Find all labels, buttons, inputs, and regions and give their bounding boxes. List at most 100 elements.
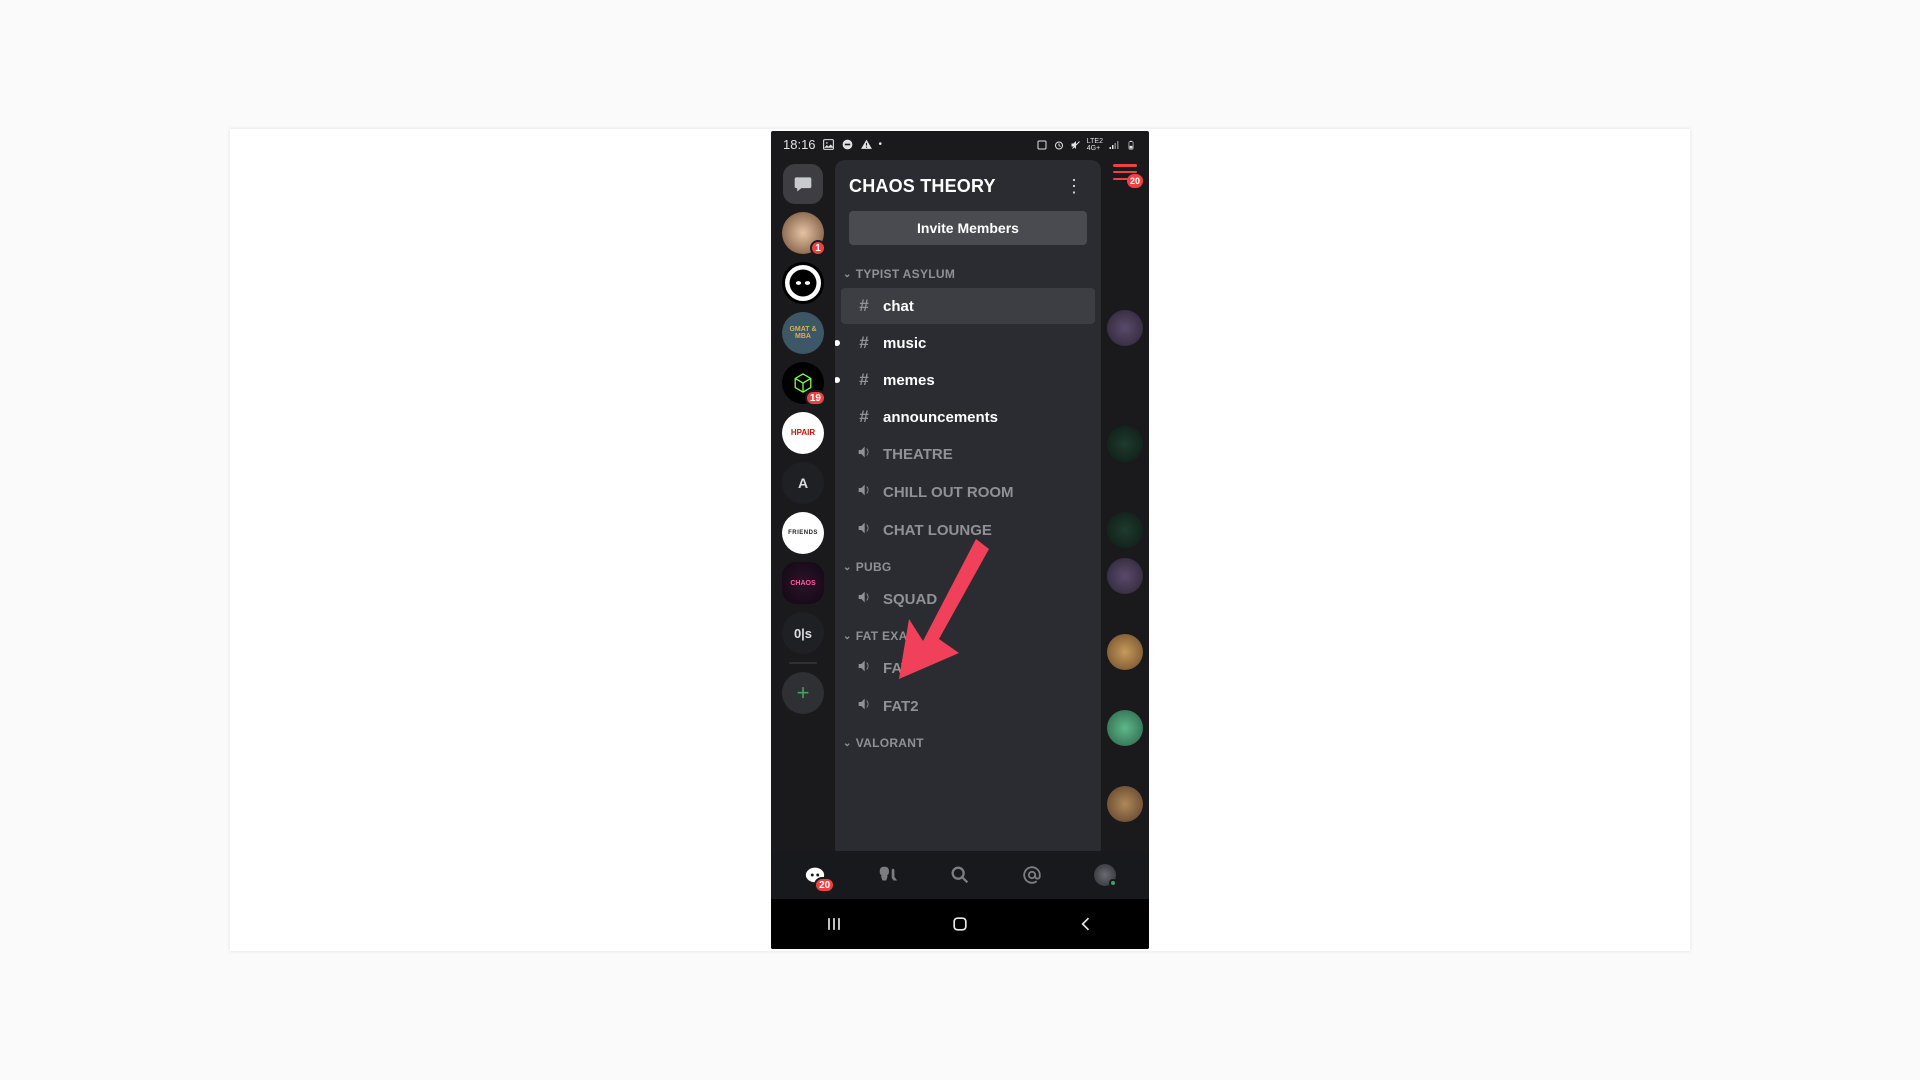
channel-label: THEATRE bbox=[883, 446, 1085, 463]
warning-icon bbox=[860, 138, 873, 151]
member-avatar[interactable] bbox=[1107, 310, 1143, 346]
channel-label: announcements bbox=[883, 409, 1085, 426]
guild-item[interactable]: 1 bbox=[782, 212, 824, 254]
category-header[interactable]: ⌄ VALORANT bbox=[835, 726, 1101, 756]
guild-item[interactable]: 19 bbox=[782, 362, 824, 404]
chevron-down-icon: ⌄ bbox=[843, 269, 852, 280]
member-avatar[interactable] bbox=[1107, 786, 1143, 822]
guild-item[interactable]: 0|s bbox=[782, 612, 824, 654]
nav-recents[interactable] bbox=[804, 914, 864, 934]
voice-channel[interactable]: FAT2 bbox=[841, 688, 1095, 725]
channel-label: chat bbox=[883, 298, 1085, 315]
back-icon bbox=[1076, 914, 1096, 934]
guild-item[interactable]: FRIENDS bbox=[782, 512, 824, 554]
image-icon bbox=[822, 138, 835, 151]
guild-item[interactable]: GMAT & MBA bbox=[782, 312, 824, 354]
category-header[interactable]: ⌄ TYPIST ASYLUM bbox=[835, 257, 1101, 287]
voice-channel[interactable]: SQUAD bbox=[841, 581, 1095, 618]
profile-avatar bbox=[1094, 864, 1116, 886]
channel-panel: CHAOS THEORY ⋮ Invite Members ⌄ TYPIST A… bbox=[835, 160, 1101, 851]
text-channel[interactable]: # memes bbox=[841, 362, 1095, 398]
phone-frame: 18:16 • bbox=[771, 131, 1149, 949]
guild-label: CHAOS bbox=[790, 580, 815, 587]
member-avatar[interactable] bbox=[1107, 426, 1143, 462]
speaker-icon bbox=[855, 589, 873, 610]
member-avatar[interactable] bbox=[1107, 512, 1143, 548]
guild-item[interactable]: HPAIR bbox=[782, 412, 824, 454]
channel-list[interactable]: ⌄ TYPIST ASYLUM # chat # music # bbox=[835, 257, 1101, 851]
category-label: VALORANT bbox=[856, 736, 924, 750]
voice-channel[interactable]: THEATRE bbox=[841, 436, 1095, 473]
recents-icon bbox=[824, 914, 844, 934]
members-column[interactable]: 20 bbox=[1101, 158, 1149, 851]
channel-label: CHILL OUT ROOM bbox=[883, 484, 1085, 501]
text-channel[interactable]: # announcements bbox=[841, 399, 1095, 435]
guild-item-selected[interactable]: CHAOS bbox=[782, 562, 824, 604]
text-channel[interactable]: # music bbox=[841, 325, 1095, 361]
hash-icon: # bbox=[855, 370, 873, 390]
battery-icon bbox=[1124, 138, 1137, 151]
guild-item[interactable] bbox=[782, 262, 824, 304]
dnd-icon bbox=[841, 138, 854, 151]
nav-home[interactable] bbox=[930, 914, 990, 934]
speaker-icon bbox=[855, 658, 873, 679]
ninja-icon bbox=[788, 268, 818, 298]
hash-icon: # bbox=[855, 407, 873, 427]
guild-item[interactable]: A bbox=[782, 462, 824, 504]
android-status-bar: 18:16 • bbox=[771, 131, 1149, 158]
more-icon[interactable]: ⋮ bbox=[1061, 176, 1087, 197]
speaker-icon bbox=[855, 444, 873, 465]
home-icon bbox=[950, 914, 970, 934]
tab-discord[interactable]: 20 bbox=[801, 861, 829, 889]
channel-label: memes bbox=[883, 372, 1085, 389]
mute-icon bbox=[1070, 138, 1083, 151]
chevron-down-icon: ⌄ bbox=[843, 738, 852, 749]
hash-icon: # bbox=[855, 333, 873, 353]
guild-label: FRIENDS bbox=[788, 530, 818, 536]
hash-icon: # bbox=[855, 296, 873, 316]
dm-button[interactable] bbox=[783, 164, 823, 204]
tab-mentions[interactable] bbox=[1018, 861, 1046, 889]
member-avatar[interactable] bbox=[1107, 710, 1143, 746]
unread-indicator bbox=[835, 377, 840, 383]
voice-channel[interactable]: FAT bbox=[841, 650, 1095, 687]
tab-friends[interactable] bbox=[874, 861, 902, 889]
status-time: 18:16 bbox=[783, 137, 816, 152]
invite-button[interactable]: Invite Members bbox=[849, 211, 1087, 245]
channel-label: FAT bbox=[883, 660, 1085, 677]
channel-label: SQUAD bbox=[883, 591, 1085, 608]
android-nav-bar bbox=[771, 899, 1149, 949]
guild-label: 0|s bbox=[794, 626, 812, 641]
alarm-icon bbox=[1053, 138, 1066, 151]
category-header[interactable]: ⌄ PUBG bbox=[835, 550, 1101, 580]
nav-back[interactable] bbox=[1056, 914, 1116, 934]
server-title: CHAOS THEORY bbox=[849, 176, 996, 197]
member-avatar[interactable] bbox=[1107, 634, 1143, 670]
notif-badge: 19 bbox=[805, 390, 826, 406]
lte-label: LTE2 bbox=[1087, 138, 1103, 145]
net-label: 4G+ bbox=[1087, 145, 1100, 152]
friends-icon bbox=[877, 864, 899, 886]
channel-label: music bbox=[883, 335, 1085, 352]
status-left: 18:16 • bbox=[783, 137, 882, 152]
status-dot: • bbox=[879, 139, 883, 150]
plus-icon: + bbox=[797, 680, 810, 706]
server-header[interactable]: CHAOS THEORY ⋮ bbox=[835, 160, 1101, 211]
channel-label: CHAT LOUNGE bbox=[883, 522, 1085, 539]
member-avatar[interactable] bbox=[1107, 558, 1143, 594]
tab-profile[interactable] bbox=[1091, 861, 1119, 889]
guild-column[interactable]: 1 GMAT & MBA 19 HPAIR A bbox=[771, 158, 835, 851]
category-header[interactable]: ⌄ FAT EXAM bbox=[835, 619, 1101, 649]
add-server-button[interactable]: + bbox=[782, 672, 824, 714]
mention-icon bbox=[1021, 864, 1043, 886]
nfc-icon bbox=[1036, 138, 1049, 151]
tab-search[interactable] bbox=[946, 861, 974, 889]
guild-separator bbox=[789, 662, 817, 664]
hamburger-icon[interactable]: 20 bbox=[1113, 164, 1137, 180]
voice-channel[interactable]: CHAT LOUNGE bbox=[841, 512, 1095, 549]
category-label: FAT EXAM bbox=[856, 629, 918, 643]
text-channel-active[interactable]: # chat bbox=[841, 288, 1095, 324]
voice-channel[interactable]: CHILL OUT ROOM bbox=[841, 474, 1095, 511]
search-icon bbox=[949, 864, 971, 886]
notif-badge: 20 bbox=[814, 877, 835, 893]
